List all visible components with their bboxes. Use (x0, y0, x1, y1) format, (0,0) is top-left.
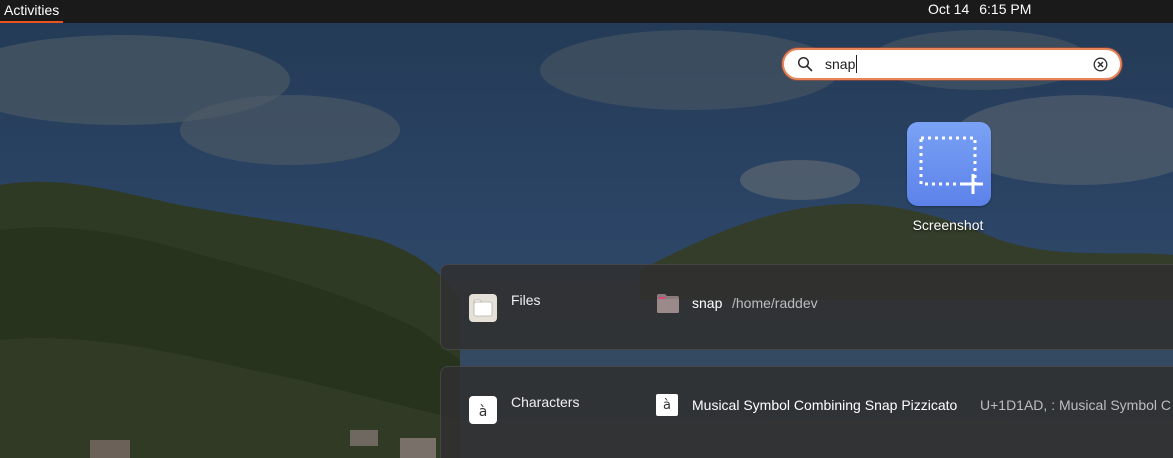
file-result-path: /home/raddev (732, 295, 818, 311)
clock-date: Oct 14 (928, 1, 970, 17)
files-results-panel: Files snap /home/raddev (440, 264, 1173, 350)
provider-label-files: Files (511, 292, 541, 308)
provider-label-characters: Characters (511, 394, 580, 410)
search-icon (797, 56, 813, 72)
folder-icon (657, 294, 679, 313)
search-input[interactable]: snap (825, 55, 858, 73)
character-glyph-icon: à (656, 394, 678, 416)
screenshot-icon (907, 122, 991, 206)
character-result-title: Musical Symbol Combining Snap Pizzicato (692, 397, 958, 413)
app-result-screenshot[interactable]: Screenshot (900, 118, 996, 238)
top-bar: Activities Oct 14 6:15 PM (0, 0, 1173, 23)
characters-results-panel: à Characters à Musical Symbol Combining … (440, 366, 1173, 458)
character-result-description: U+1D1AD, : Musical Symbol C (980, 397, 1172, 413)
clock-time: 6:15 PM (979, 1, 1032, 17)
file-result-title: snap (692, 295, 723, 311)
clock[interactable]: Oct 14 6:15 PM (928, 0, 1031, 19)
clear-icon[interactable] (1093, 57, 1108, 72)
characters-glyph: à (478, 404, 488, 420)
characters-icon[interactable]: à (469, 396, 497, 424)
app-label: Screenshot (912, 217, 984, 233)
search-field[interactable]: snap (782, 48, 1122, 80)
files-folder-icon[interactable] (469, 294, 497, 322)
activities-button[interactable]: Activities (0, 0, 64, 23)
